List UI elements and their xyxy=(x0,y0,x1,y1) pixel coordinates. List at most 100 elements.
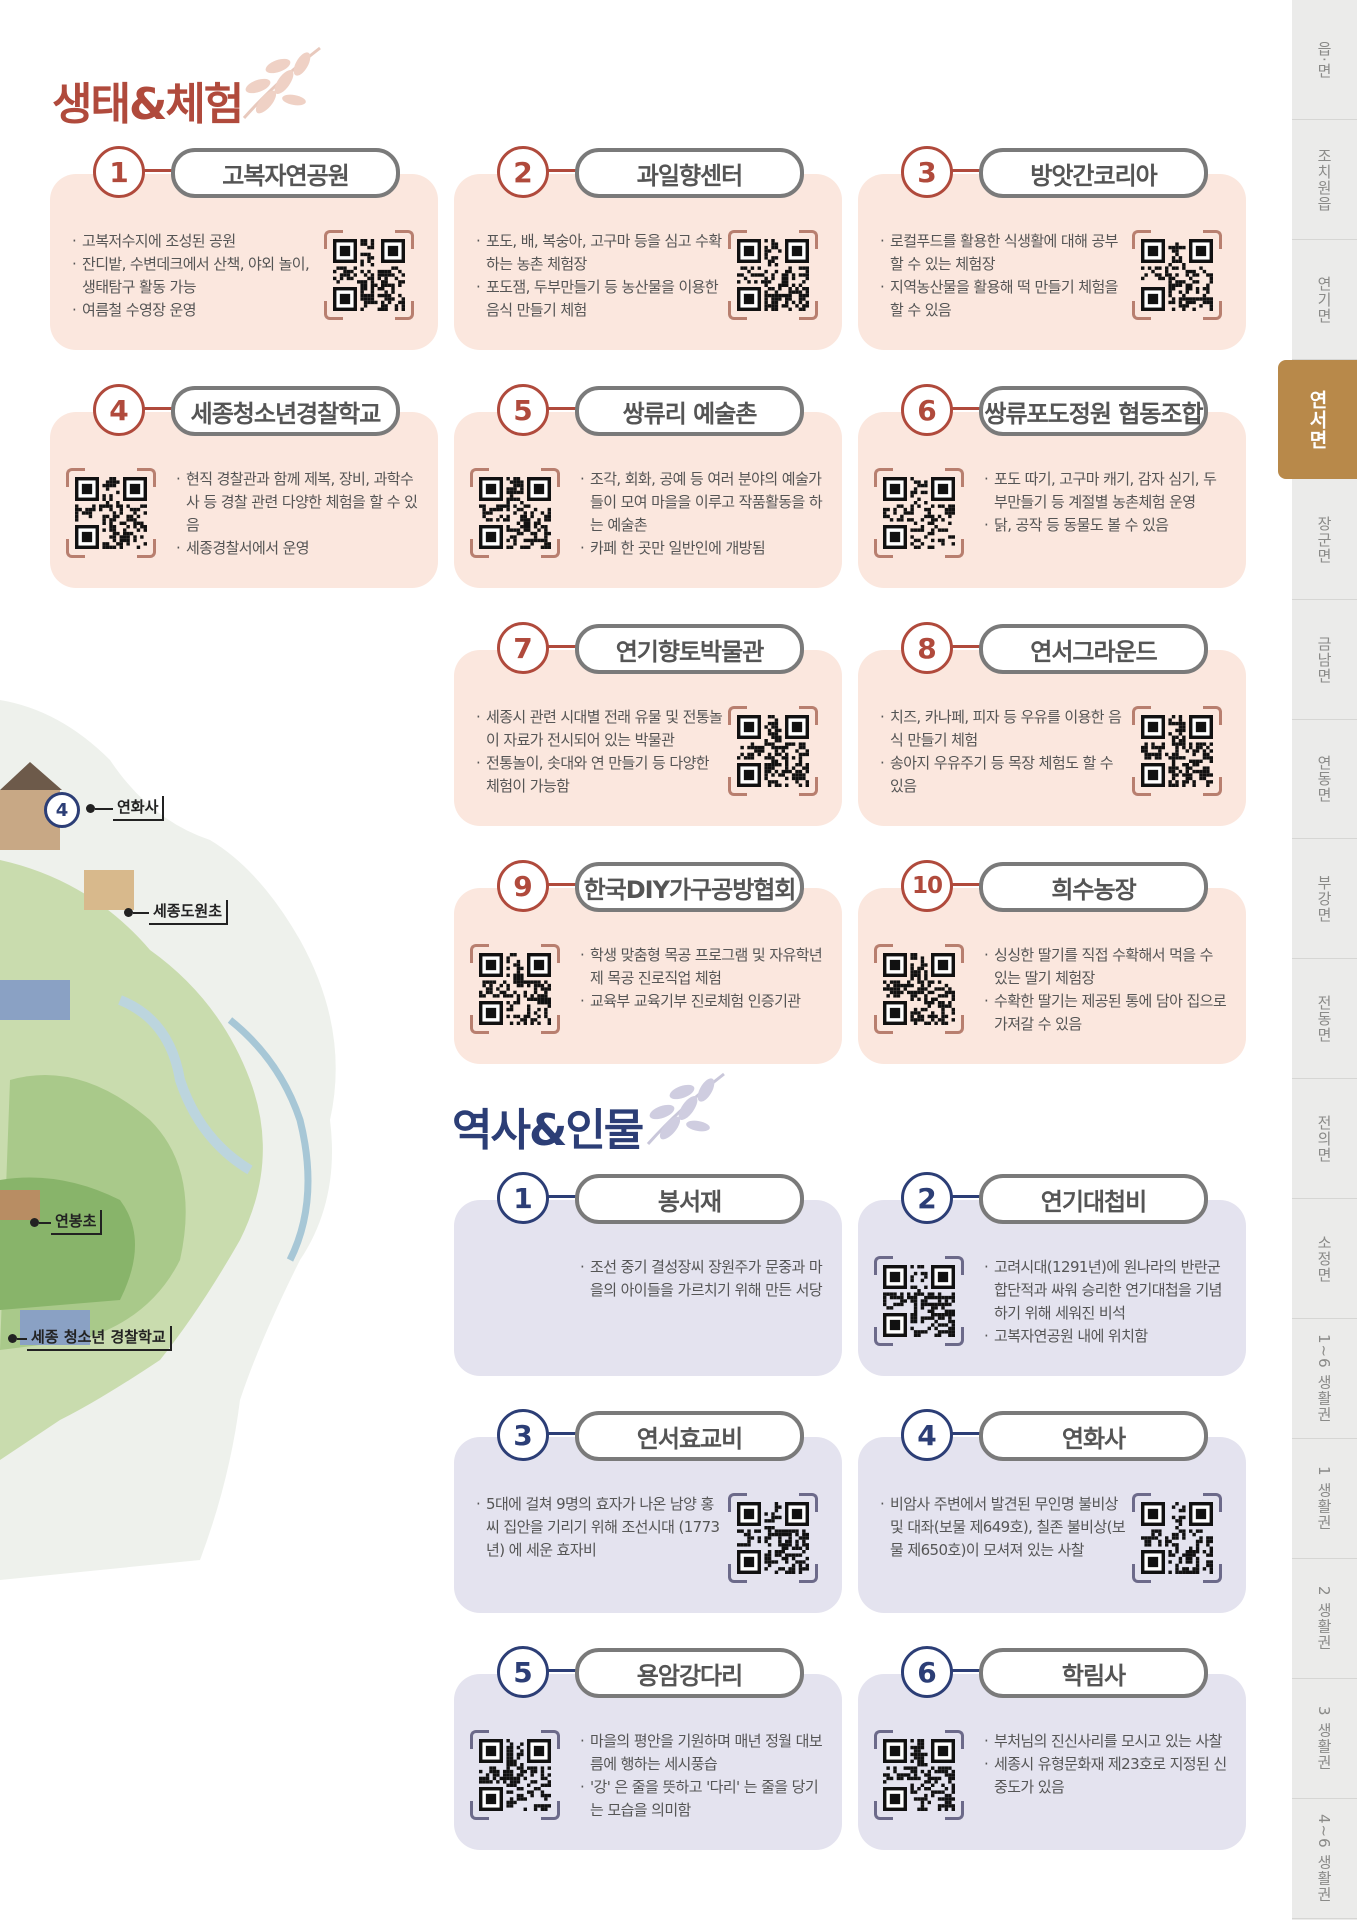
region-tab-label: 연기면 xyxy=(1315,275,1333,324)
description-item: 세종시 유형문화재 제23호로 지정된 신중도가 있음 xyxy=(984,1753,1228,1799)
description-item: 송아지 우유주기 등 목장 체험도 할 수 있음 xyxy=(880,752,1130,798)
qr-code-icon[interactable] xyxy=(737,1502,809,1574)
card-header: 3 연서효교비 xyxy=(497,1409,807,1461)
map-label-sejong-dowon-elementary[interactable]: 세종도원초 xyxy=(124,900,229,925)
qr-code-icon[interactable] xyxy=(479,953,551,1025)
description-item: '강' 은 줄을 뜻하고 '다리' 는 줄을 당기는 모습을 의미함 xyxy=(580,1776,824,1822)
map-label-yeonhwasa[interactable]: 연화사 xyxy=(86,796,165,821)
map-dot xyxy=(8,1334,17,1343)
qr-code-icon[interactable] xyxy=(737,715,809,787)
qr-code-frame[interactable] xyxy=(470,1730,560,1820)
region-tab[interactable]: 연동면 xyxy=(1292,719,1357,839)
qr-code-icon[interactable] xyxy=(737,239,809,311)
card-header: 5 쌍류리 예술촌 xyxy=(497,384,807,436)
region-tab-label: 장군면 xyxy=(1315,515,1333,564)
map-label-yeonbong-elementary[interactable]: 연봉초 xyxy=(30,1210,103,1235)
card-number-badge: 6 xyxy=(901,384,953,436)
card-title: 쌍류리 예술촌 xyxy=(575,386,804,436)
qr-code-icon[interactable] xyxy=(479,1739,551,1811)
region-tab[interactable]: 전동면 xyxy=(1292,959,1357,1079)
description-item: 수확한 딸기는 제공된 통에 담아 집으로 가져갈 수 있음 xyxy=(984,990,1228,1036)
region-tab[interactable]: 금남면 xyxy=(1292,600,1357,720)
region-tab-label: 연동면 xyxy=(1315,754,1333,803)
qr-code-frame[interactable] xyxy=(1132,1493,1222,1583)
section-title-eco: 생태&체험 xyxy=(52,79,244,130)
qr-code-frame[interactable] xyxy=(1132,706,1222,796)
card-title: 과일향센터 xyxy=(575,148,804,198)
region-tab[interactable]: 1~6 생활권 xyxy=(1292,1319,1357,1439)
qr-code-icon[interactable] xyxy=(883,953,955,1025)
card-description: 현직 경찰관과 함께 제복, 장비, 과학수사 등 경찰 관련 다양한 체험을 … xyxy=(176,468,420,560)
qr-code-frame[interactable] xyxy=(66,468,156,558)
region-tab[interactable]: 1 생활권 xyxy=(1292,1439,1357,1559)
card-title: 연화사 xyxy=(979,1411,1208,1461)
region-tab[interactable]: 2 생활권 xyxy=(1292,1559,1357,1679)
qr-code-icon[interactable] xyxy=(75,477,147,549)
map-label-text: 세종도원초 xyxy=(149,900,229,925)
region-tab-label: 금남면 xyxy=(1315,635,1333,684)
qr-code-frame[interactable] xyxy=(470,468,560,558)
card-header: 3 방앗간코리아 xyxy=(901,146,1211,198)
qr-code-frame[interactable] xyxy=(874,944,964,1034)
description-item: 마을의 평안을 기원하며 매년 정월 대보름에 행하는 세시풍습 xyxy=(580,1730,824,1776)
card-title: 고복자연공원 xyxy=(171,148,400,198)
card-number-badge: 4 xyxy=(901,1409,953,1461)
leaf-decoration-icon xyxy=(646,1072,725,1145)
region-tab[interactable]: 3 생활권 xyxy=(1292,1679,1357,1799)
qr-code-frame[interactable] xyxy=(1132,230,1222,320)
qr-code-icon[interactable] xyxy=(479,477,551,549)
qr-code-frame[interactable] xyxy=(874,1256,964,1346)
description-item: 세종시 관련 시대별 전래 유물 및 전통놀이 자료가 전시되어 있는 박물관 xyxy=(476,706,726,752)
region-tab[interactable]: 연기면 xyxy=(1292,240,1357,360)
region-tab[interactable]: 장군면 xyxy=(1292,480,1357,600)
description-item: 여름철 수영장 운영 xyxy=(72,299,322,322)
leaf-decoration-icon xyxy=(242,46,321,119)
map-dot xyxy=(124,908,133,917)
region-tab-label: 1 생활권 xyxy=(1315,1466,1333,1531)
card-header: 4 연화사 xyxy=(901,1409,1211,1461)
region-tab[interactable]: 소정면 xyxy=(1292,1199,1357,1319)
qr-code-frame[interactable] xyxy=(324,230,414,320)
qr-code-frame[interactable] xyxy=(874,1730,964,1820)
card-number-badge: 5 xyxy=(497,1646,549,1698)
region-tab-label: 3 생활권 xyxy=(1315,1706,1333,1771)
card-title: 봉서재 xyxy=(575,1174,804,1224)
map-marker-number[interactable]: 4 xyxy=(44,792,80,828)
card-connector xyxy=(951,407,981,410)
map-label-youth-police-school[interactable]: 세종 청소년 경찰학교 xyxy=(8,1326,172,1351)
region-tab-label: 조치원읍 xyxy=(1315,147,1333,212)
qr-code-frame[interactable] xyxy=(728,1493,818,1583)
region-tab[interactable]: 전의면 xyxy=(1292,1079,1357,1199)
map-leader-line xyxy=(39,1221,51,1224)
card-header: 8 연서그라운드 xyxy=(901,622,1211,674)
qr-code-icon[interactable] xyxy=(883,1739,955,1811)
card-connector xyxy=(547,883,577,886)
qr-code-icon[interactable] xyxy=(1141,1502,1213,1574)
card-title: 연서효교비 xyxy=(575,1411,804,1461)
card-description: 포도 따기, 고구마 캐기, 감자 심기, 두부만들기 등 계절별 농촌체험 운… xyxy=(984,468,1228,537)
region-tab[interactable]: 연서면 xyxy=(1278,360,1357,479)
map-dot xyxy=(30,1218,39,1227)
qr-code-icon[interactable] xyxy=(1141,715,1213,787)
section-title-history: 역사&인물 xyxy=(452,1105,644,1156)
description-item: 잔디밭, 수변데크에서 산책, 야외 놀이, 생태탐구 활동 가능 xyxy=(72,253,322,299)
region-tab[interactable]: 4~6 생활권 xyxy=(1292,1799,1357,1919)
description-item: 교육부 교육기부 진로체험 인증기관 xyxy=(580,990,824,1013)
qr-code-icon[interactable] xyxy=(883,477,955,549)
map-leader-line xyxy=(133,911,149,914)
qr-code-icon[interactable] xyxy=(333,239,405,311)
card-description: 포도, 배, 복숭아, 고구마 등을 심고 수확하는 농촌 체험장포도잼, 두부… xyxy=(476,230,726,322)
description-item: 세종경찰서에서 운영 xyxy=(176,537,420,560)
card-description: 부처님의 진신사리를 모시고 있는 사찰세종시 유형문화재 제23호로 지정된 … xyxy=(984,1730,1228,1799)
qr-code-frame[interactable] xyxy=(728,706,818,796)
region-tab[interactable]: 조치원읍 xyxy=(1292,120,1357,240)
qr-code-frame[interactable] xyxy=(728,230,818,320)
card-connector xyxy=(547,1432,577,1435)
qr-code-frame[interactable] xyxy=(470,944,560,1034)
qr-code-frame[interactable] xyxy=(874,468,964,558)
region-tab[interactable]: 부강면 xyxy=(1292,839,1357,959)
region-tab-label: 소정면 xyxy=(1315,1234,1333,1283)
qr-code-icon[interactable] xyxy=(1141,239,1213,311)
region-tab[interactable]: 읍·면 xyxy=(1292,0,1357,120)
qr-code-icon[interactable] xyxy=(883,1265,955,1337)
